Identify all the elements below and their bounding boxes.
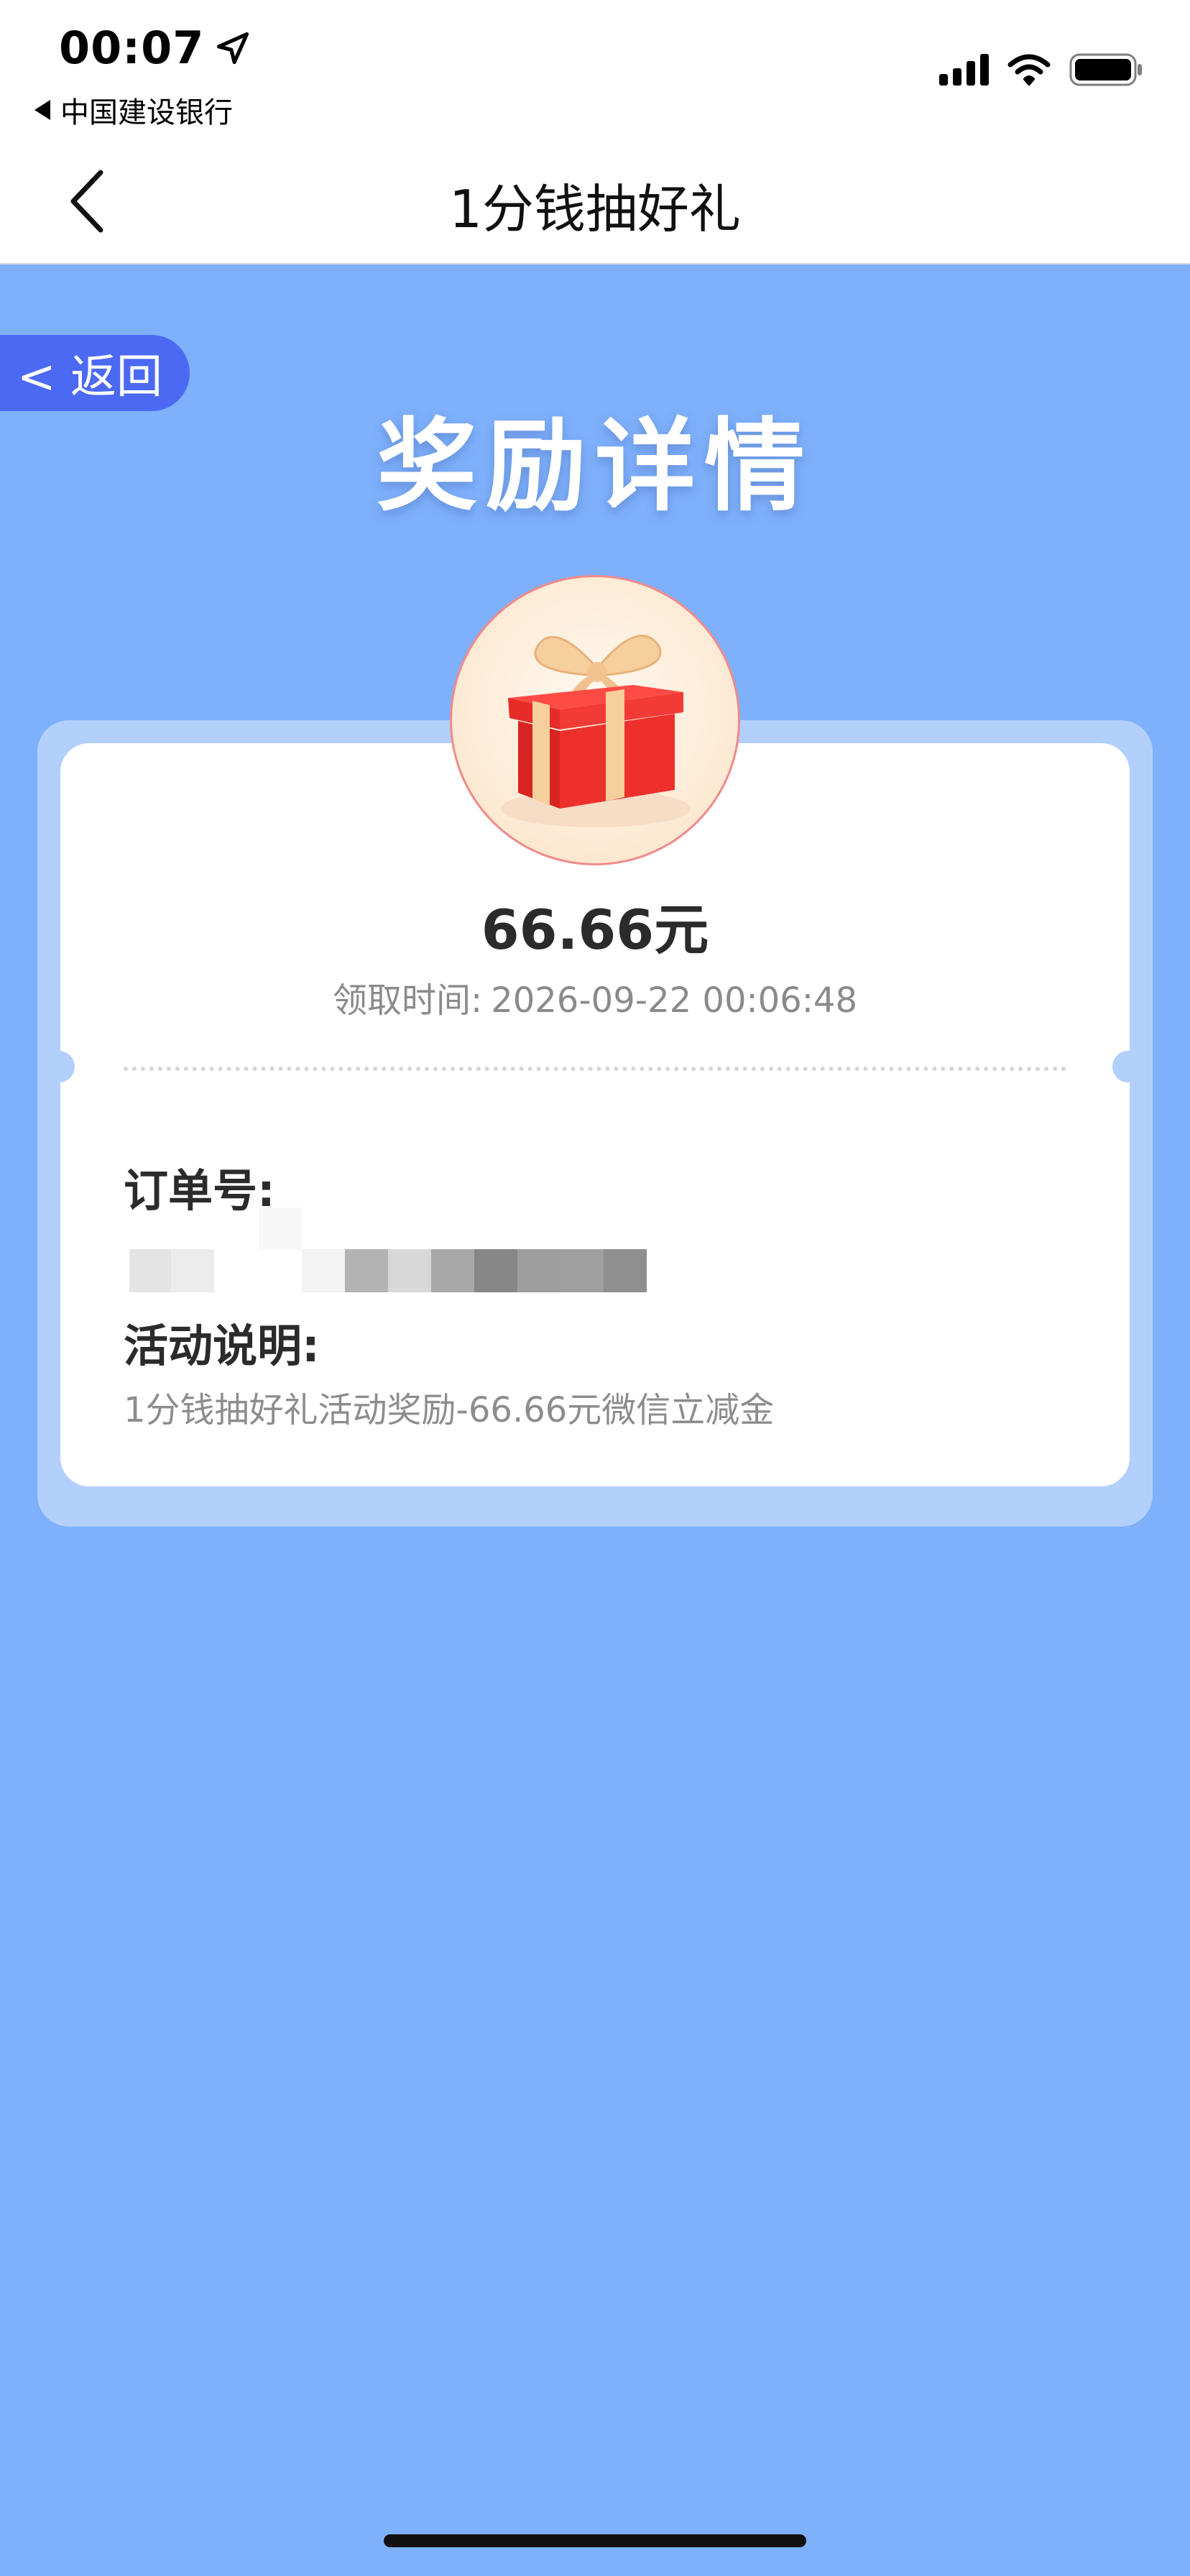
receive-time: 领取时间: 2026-09-22 00:06:48: [0, 972, 1190, 1022]
ticket-notch-right: [1112, 1051, 1144, 1082]
signal-icon: [939, 54, 989, 86]
status-time: 00:07: [59, 22, 252, 74]
receive-time-value: 2026-09-22 00:06:48: [491, 980, 857, 1021]
receive-time-label: 领取时间:: [333, 980, 483, 1021]
activity-description-label: 活动说明:: [124, 1320, 320, 1372]
gift-icon: [501, 635, 691, 827]
gift-image: [450, 575, 740, 865]
top-bar: 00:07 中国建设银行 1分钱抽好礼: [0, 0, 1190, 264]
nav-title: 1分钱抽好礼: [449, 179, 741, 239]
location-arrow-icon: [217, 32, 249, 64]
status-icons: [939, 52, 1144, 88]
battery-icon: [1069, 53, 1142, 86]
back-to-app-link[interactable]: 中国建设银行: [34, 89, 233, 131]
wifi-icon: [1007, 54, 1051, 86]
activity-description: 1分钱抽好礼活动奖励-66.66元微信立减金: [124, 1390, 775, 1430]
status-time-text: 00:07: [59, 22, 205, 74]
ticket-notch-left: [43, 1051, 75, 1082]
back-app-label: 中国建设银行: [60, 96, 233, 129]
reward-amount: 66.66元: [481, 898, 709, 962]
dotted-divider: [124, 1067, 1066, 1071]
home-indicator[interactable]: [384, 2534, 806, 2547]
back-triangle-icon: [34, 100, 50, 120]
order-number-label: 订单号:: [124, 1164, 275, 1217]
page-title: 奖励详情: [376, 408, 813, 525]
